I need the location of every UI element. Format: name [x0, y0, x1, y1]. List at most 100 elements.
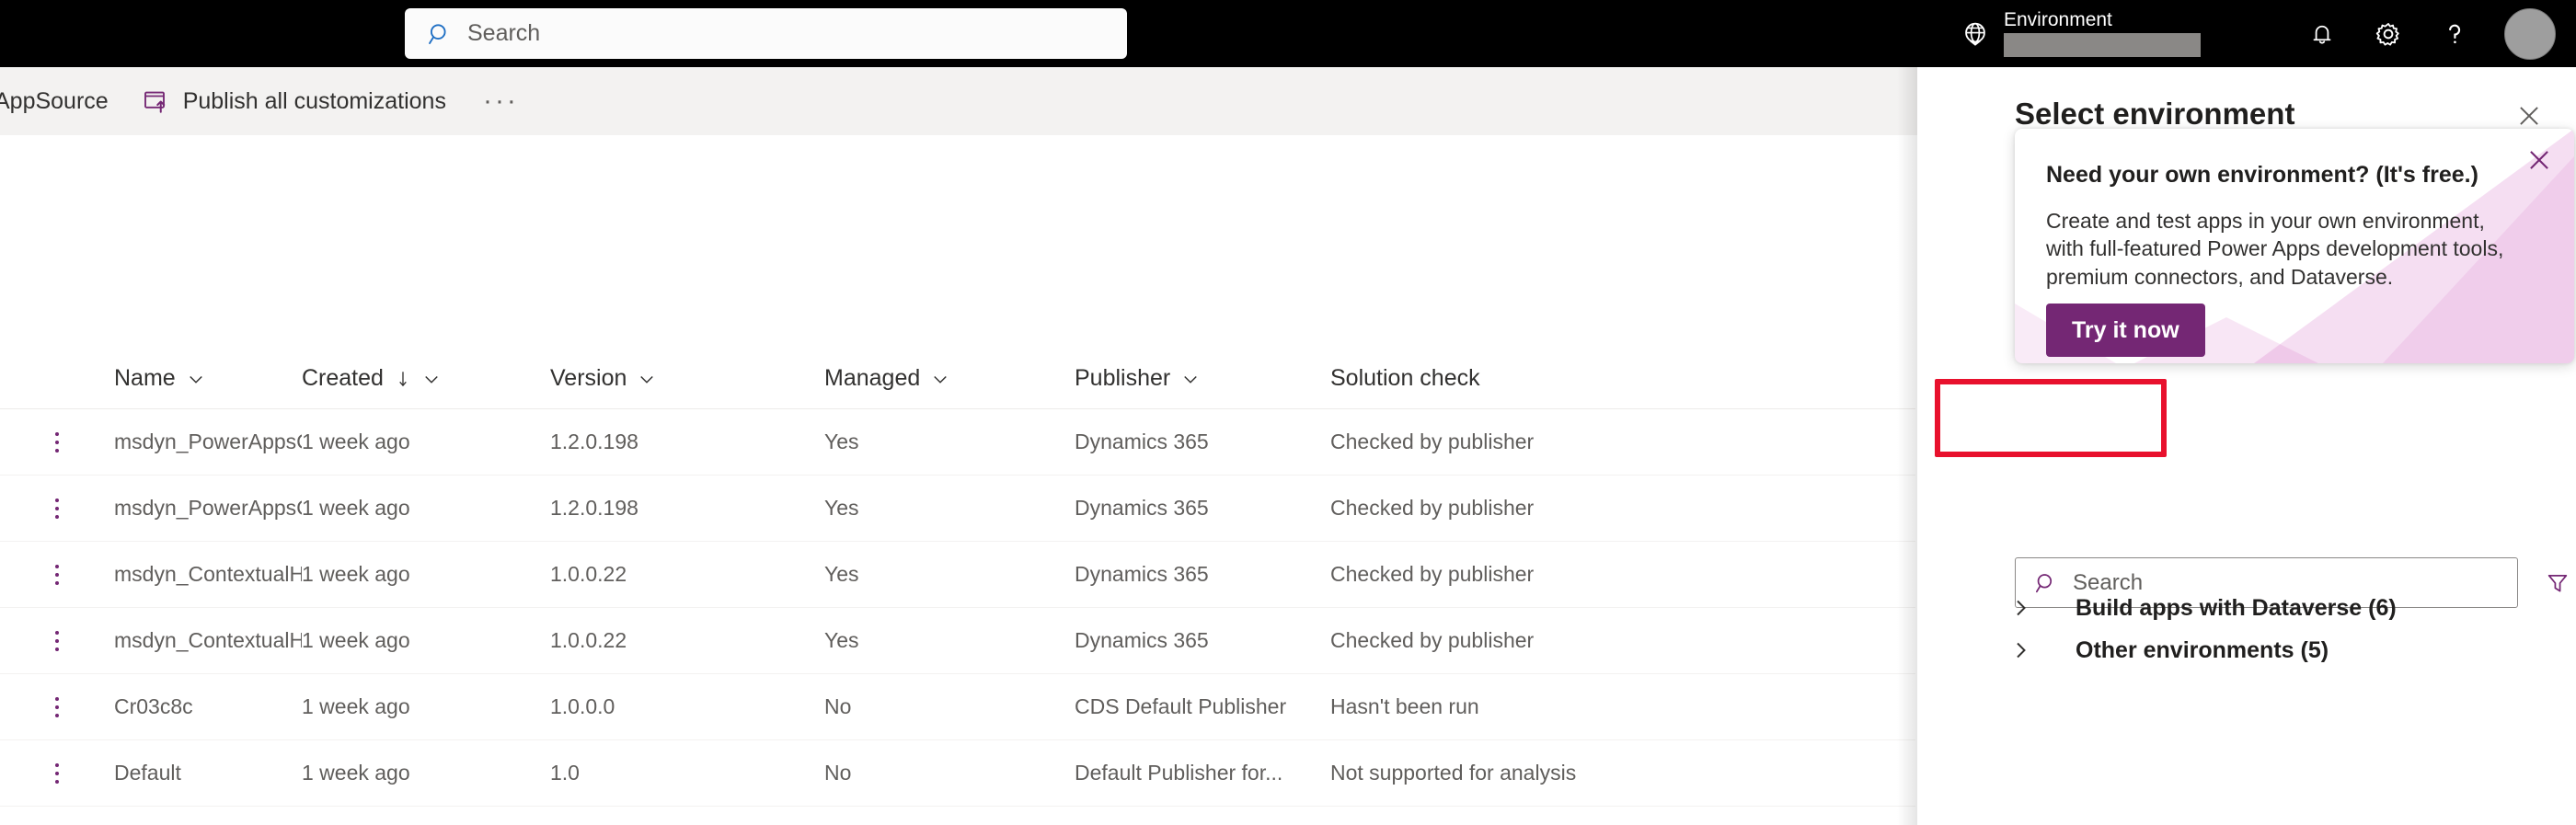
environment-value-redacted — [2004, 33, 2201, 57]
table-row[interactable]: Default 1 week ago 1.0 No Default Publis… — [0, 740, 1915, 807]
row-more-options-icon[interactable] — [41, 689, 73, 726]
row-name: msdyn_PowerAppsC... — [114, 430, 302, 453]
column-header-name[interactable]: Name — [114, 365, 302, 392]
table-row[interactable]: msdyn_PowerAppsC... 1 week ago 1.2.0.198… — [0, 409, 1915, 476]
help-button[interactable] — [2421, 0, 2488, 67]
app-root: Search Environment AppSource Publish all… — [0, 0, 2576, 825]
user-avatar[interactable] — [2504, 7, 2556, 60]
row-name: msdyn_PowerAppsC... — [114, 496, 302, 520]
column-header-version[interactable]: Version — [550, 365, 824, 392]
column-header-created-label: Created — [302, 365, 384, 391]
group-other-environments[interactable]: Other environments (5) — [2009, 624, 2561, 676]
column-header-managed-label: Managed — [824, 365, 921, 391]
table-body: msdyn_PowerAppsC... 1 week ago 1.2.0.198… — [0, 409, 1915, 807]
column-header-solution-check[interactable]: Solution check — [1330, 365, 1717, 392]
row-created: 1 week ago — [302, 694, 410, 718]
gear-icon — [2373, 18, 2404, 50]
row-publisher: Dynamics 365 — [1075, 430, 1209, 453]
environment-selector[interactable]: Environment — [2004, 10, 2201, 57]
row-more-options-icon[interactable] — [41, 424, 73, 461]
row-more-options-icon[interactable] — [41, 623, 73, 659]
question-mark-icon — [2439, 18, 2470, 50]
publish-icon — [142, 87, 169, 115]
row-name: Cr03c8c — [114, 694, 193, 718]
row-menu-cell — [0, 424, 114, 461]
row-more-options-icon[interactable] — [41, 490, 73, 527]
environment-label: Environment — [2004, 9, 2112, 30]
callout-close-button[interactable] — [2521, 142, 2558, 178]
table-row[interactable]: msdyn_PowerAppsC... 1 week ago 1.2.0.198… — [0, 476, 1915, 542]
chevron-right-icon — [2009, 597, 2031, 619]
row-publisher: Dynamics 365 — [1075, 628, 1209, 652]
select-environment-panel: Select environment Spaces to create, sto… — [1917, 67, 2576, 825]
global-search-placeholder: Search — [467, 20, 541, 46]
teaching-callout-card: Need your own environment? (It's free.) … — [2015, 129, 2574, 363]
row-solution-check: Checked by publisher — [1330, 496, 1535, 520]
callout-heading: Need your own environment? (It's free.) — [2046, 162, 2478, 188]
row-version: 1.0 — [550, 761, 580, 785]
row-version: 1.0.0.0 — [550, 694, 615, 718]
row-publisher: CDS Default Publisher — [1075, 694, 1287, 718]
row-menu-cell — [0, 755, 114, 792]
table-row[interactable]: msdyn_ContextualH... 1 week ago 1.0.0.22… — [0, 608, 1915, 674]
row-name: msdyn_ContextualH... — [114, 628, 302, 652]
publish-all-customizations-button[interactable]: Publish all customizations — [125, 67, 463, 135]
column-header-publisher[interactable]: Publisher — [1075, 365, 1330, 392]
top-header-bar: Search Environment — [0, 0, 2576, 67]
callout-body-text: Create and test apps in your own environ… — [2046, 209, 2504, 289]
table-row[interactable]: msdyn_ContextualH... 1 week ago 1.0.0.22… — [0, 542, 1915, 608]
row-solution-check: Hasn't been run — [1330, 694, 1479, 718]
row-version: 1.0.0.22 — [550, 562, 627, 586]
column-header-solution-check-label: Solution check — [1330, 365, 1480, 391]
row-menu-cell — [0, 490, 114, 527]
appsource-button[interactable]: AppSource — [0, 67, 125, 135]
search-icon — [427, 21, 453, 47]
table-row[interactable]: Cr03c8c 1 week ago 1.0.0.0 No CDS Defaul… — [0, 674, 1915, 740]
row-created: 1 week ago — [302, 496, 410, 520]
row-publisher: Default Publisher for... — [1075, 761, 1283, 785]
command-overflow-button[interactable]: ··· — [463, 67, 539, 135]
row-version: 1.2.0.198 — [550, 430, 638, 453]
column-header-managed[interactable]: Managed — [824, 365, 1075, 392]
column-header-publisher-label: Publisher — [1075, 365, 1171, 391]
publish-all-label: Publish all customizations — [182, 87, 446, 114]
solutions-list-area: Name Created Version Managed Publisher S… — [0, 135, 1915, 825]
sort-descending-icon — [395, 369, 411, 389]
group-label: Build apps with Dataverse (6) — [2076, 594, 2397, 621]
chevron-down-icon — [931, 370, 949, 388]
row-managed: Yes — [824, 562, 859, 586]
column-header-created[interactable]: Created — [302, 365, 550, 392]
close-icon — [2517, 104, 2541, 128]
group-label: Other environments (5) — [2076, 636, 2329, 663]
row-more-options-icon[interactable] — [41, 755, 73, 792]
row-created: 1 week ago — [302, 628, 410, 652]
teaching-callout: Need your own environment? (It's free.) … — [2015, 129, 2574, 363]
row-managed: No — [824, 761, 852, 785]
row-version: 1.0.0.22 — [550, 628, 627, 652]
row-solution-check: Checked by publisher — [1330, 562, 1535, 586]
chevron-down-icon — [187, 370, 205, 388]
global-search-box[interactable]: Search — [405, 8, 1127, 59]
chevron-down-icon — [422, 370, 441, 388]
globe-icon[interactable] — [1960, 18, 1991, 50]
row-created: 1 week ago — [302, 430, 410, 453]
row-publisher: Dynamics 365 — [1075, 496, 1209, 520]
settings-button[interactable] — [2355, 0, 2421, 67]
row-publisher: Dynamics 365 — [1075, 562, 1209, 586]
row-more-options-icon[interactable] — [41, 556, 73, 593]
row-solution-check: Checked by publisher — [1330, 430, 1535, 453]
close-icon — [2527, 148, 2551, 172]
row-name: Default — [114, 761, 181, 785]
table-header-row: Name Created Version Managed Publisher S… — [0, 349, 1915, 409]
row-version: 1.2.0.198 — [550, 496, 638, 520]
notifications-button[interactable] — [2289, 0, 2355, 67]
overflow-ellipsis-icon: ··· — [482, 86, 519, 116]
row-solution-check: Checked by publisher — [1330, 628, 1535, 652]
row-managed: No — [824, 694, 852, 718]
chevron-down-icon — [1181, 370, 1200, 388]
chevron-down-icon — [638, 370, 656, 388]
row-menu-cell — [0, 689, 114, 726]
bell-icon — [2307, 19, 2337, 49]
try-it-now-button[interactable]: Try it now — [2046, 304, 2205, 357]
header-actions: Environment — [1960, 0, 2576, 67]
